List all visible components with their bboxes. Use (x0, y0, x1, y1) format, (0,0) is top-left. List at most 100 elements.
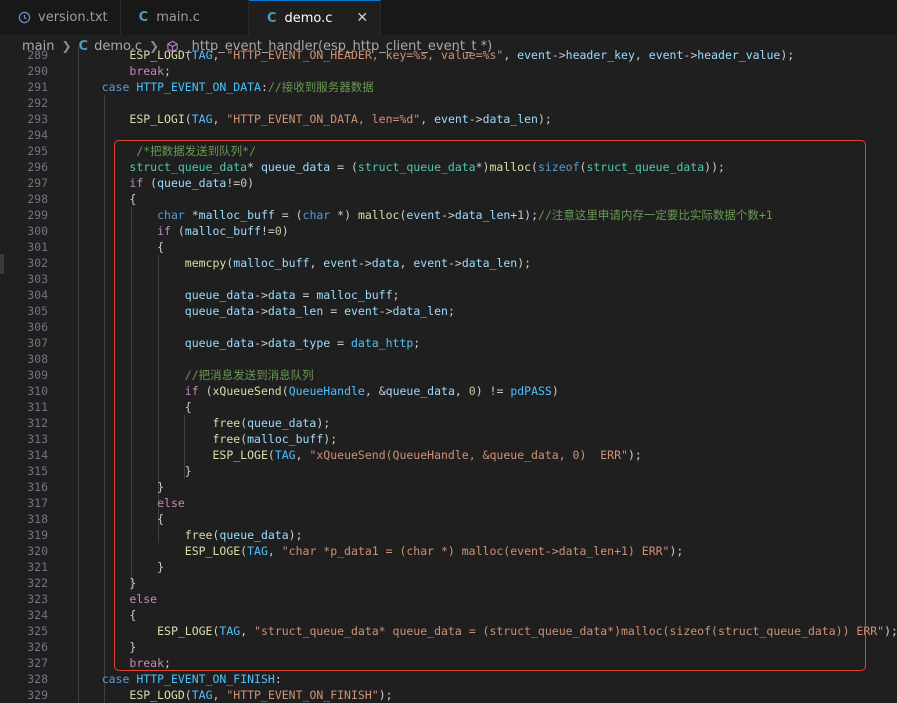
line-number: 320 (27, 544, 48, 558)
code-text: { (74, 240, 165, 254)
code-text: ESP_LOGE(TAG, "struct_queue_data* queue_… (157, 624, 897, 638)
code-line[interactable]: 318 { (0, 511, 897, 527)
code-line[interactable]: 321 } (0, 559, 897, 575)
code-text: if (xQueueSend(QueueHandle, &queue_data,… (184, 384, 559, 398)
code-line[interactable]: 329 ESP_LOGD(TAG, "HTTP_EVENT_ON_FINISH"… (0, 687, 897, 703)
line-number: 309 (27, 368, 48, 382)
code-editor[interactable]: 289 ESP_LOGD(TAG, "HTTP_EVENT_ON_HEADER,… (0, 47, 897, 703)
code-text: } (74, 560, 165, 574)
code-line[interactable]: 327 break; (0, 655, 897, 671)
code-line[interactable]: 303 (0, 271, 897, 287)
line-number: 329 (27, 688, 48, 702)
line-number: 303 (27, 272, 48, 286)
line-number: 324 (27, 608, 48, 622)
code-line[interactable]: 311 { (0, 399, 897, 415)
code-text: { (74, 192, 137, 206)
code-text: ESP_LOGD(TAG, "HTTP_EVENT_ON_HEADER, key… (129, 48, 795, 62)
tab-label: version.txt (38, 10, 108, 25)
line-number: 298 (27, 192, 48, 206)
code-line[interactable]: 326 } (0, 639, 897, 655)
code-line[interactable]: 294 (0, 127, 897, 143)
line-number: 307 (27, 336, 48, 350)
line-number: 292 (27, 96, 48, 110)
tab-label: demo.c (284, 10, 333, 26)
clock-icon (18, 11, 31, 24)
code-line[interactable]: 324 { (0, 607, 897, 623)
code-line[interactable]: 308 (0, 351, 897, 367)
code-text: ESP_LOGI(TAG, "HTTP_EVENT_ON_DATA, len=%… (129, 112, 552, 126)
code-text: free(queue_data); (212, 416, 331, 430)
code-line[interactable]: 322 } (0, 575, 897, 591)
code-text: } (74, 640, 137, 654)
line-number: 327 (27, 656, 48, 670)
code-line[interactable]: 293 ESP_LOGI(TAG, "HTTP_EVENT_ON_DATA, l… (0, 111, 897, 127)
code-line[interactable]: 310 if (xQueueSend(QueueHandle, &queue_d… (0, 383, 897, 399)
code-line[interactable]: 309 //把消息发送到消息队列 (0, 367, 897, 383)
code-line[interactable]: 307 queue_data->data_type = data_http; (0, 335, 897, 351)
code-text: ESP_LOGD(TAG, "HTTP_EVENT_ON_FINISH"); (129, 688, 393, 702)
code-text: else (129, 592, 158, 606)
code-line[interactable]: 298 { (0, 191, 897, 207)
code-line[interactable]: 316 } (0, 479, 897, 495)
close-icon[interactable]: ✕ (356, 10, 368, 26)
line-number: 322 (27, 576, 48, 590)
code-text: /*把数据发送到队列*/ (136, 144, 257, 158)
code-line[interactable]: 299 char *malloc_buff = (char *) malloc(… (0, 207, 897, 223)
line-number: 308 (27, 352, 48, 366)
code-line[interactable]: 304 queue_data->data = malloc_buff; (0, 287, 897, 303)
code-line[interactable]: 296 struct_queue_data* queue_data = (str… (0, 159, 897, 175)
code-line[interactable]: 292 (0, 95, 897, 111)
tab-label: main.c (156, 10, 200, 25)
code-line[interactable]: 302 memcpy(malloc_buff, event->data, eve… (0, 255, 897, 271)
line-number: 296 (27, 160, 48, 174)
code-text: { (74, 400, 192, 414)
line-number: 299 (27, 208, 48, 222)
code-line[interactable]: 312 free(queue_data); (0, 415, 897, 431)
line-number: 304 (27, 288, 48, 302)
code-line[interactable]: 305 queue_data->data_len = event->data_l… (0, 303, 897, 319)
line-number: 289 (27, 48, 48, 62)
code-text: //把消息发送到消息队列 (184, 368, 314, 382)
scrollbar[interactable] (0, 254, 4, 274)
code-line[interactable]: 319 free(queue_data); (0, 527, 897, 543)
line-number: 319 (27, 528, 48, 542)
line-number: 302 (27, 256, 48, 270)
tab-version-txt[interactable]: version.txt (0, 0, 121, 35)
code-text: struct_queue_data* queue_data = (struct_… (129, 160, 725, 174)
code-text: if (malloc_buff!=0) (157, 224, 289, 238)
line-number: 310 (27, 384, 48, 398)
line-number: 295 (27, 144, 48, 158)
code-line[interactable]: 315 } (0, 463, 897, 479)
code-text: if (queue_data!=0) (129, 176, 255, 190)
code-line[interactable]: 290 break; (0, 63, 897, 79)
code-line[interactable]: 295 /*把数据发送到队列*/ (0, 143, 897, 159)
tab-demo-c[interactable]: C demo.c ✕ (248, 0, 382, 35)
code-line[interactable]: 306 (0, 319, 897, 335)
code-line[interactable]: 291 case HTTP_EVENT_ON_DATA://接收到服务器数据 (0, 79, 897, 95)
code-line[interactable]: 314 ESP_LOGE(TAG, "xQueueSend(QueueHandl… (0, 447, 897, 463)
line-number: 315 (27, 464, 48, 478)
code-line[interactable]: 328 case HTTP_EVENT_ON_FINISH: (0, 671, 897, 687)
line-number: 314 (27, 448, 48, 462)
code-line[interactable]: 325 ESP_LOGE(TAG, "struct_queue_data* qu… (0, 623, 897, 639)
code-line[interactable]: 297 if (queue_data!=0) (0, 175, 897, 191)
code-text: ESP_LOGE(TAG, "xQueueSend(QueueHandle, &… (212, 448, 642, 462)
line-number: 311 (27, 400, 48, 414)
code-line[interactable]: 320 ESP_LOGE(TAG, "char *p_data1 = (char… (0, 543, 897, 559)
c-language-icon: C (138, 10, 149, 25)
line-number: 326 (27, 640, 48, 654)
line-number: 316 (27, 480, 48, 494)
code-line[interactable]: 301 { (0, 239, 897, 255)
code-text: ESP_LOGE(TAG, "char *p_data1 = (char *) … (184, 544, 684, 558)
line-number: 305 (27, 304, 48, 318)
code-line[interactable]: 289 ESP_LOGD(TAG, "HTTP_EVENT_ON_HEADER,… (0, 47, 897, 63)
code-text: queue_data->data_len = event->data_len; (184, 304, 455, 318)
code-line[interactable]: 300 if (malloc_buff!=0) (0, 223, 897, 239)
code-line[interactable]: 317 else (0, 495, 897, 511)
line-number: 290 (27, 64, 48, 78)
code-text: queue_data->data_type = data_http; (184, 336, 421, 350)
c-language-icon: C (266, 10, 277, 26)
tab-main-c[interactable]: C main.c (120, 0, 249, 35)
code-line[interactable]: 313 free(malloc_buff); (0, 431, 897, 447)
code-line[interactable]: 323 else (0, 591, 897, 607)
